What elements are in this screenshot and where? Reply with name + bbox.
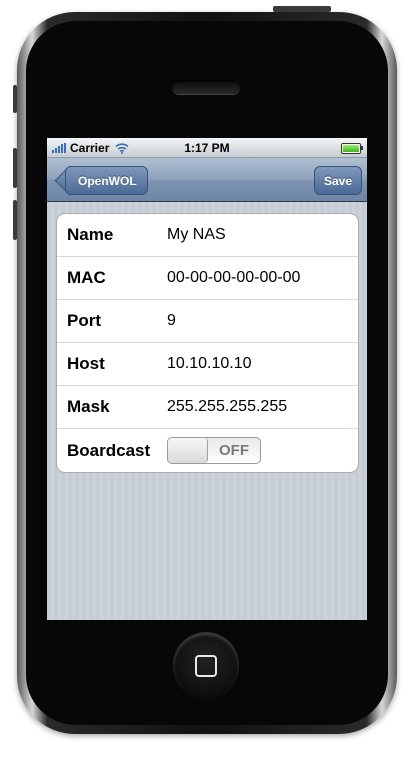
back-button[interactable]: OpenWOL — [65, 166, 148, 195]
mask-label: Mask — [67, 397, 110, 416]
screen: Carrier 1:17 PM OpenWOL Save Name My NAS… — [47, 138, 367, 620]
port-label: Port — [67, 311, 101, 330]
home-square-icon — [195, 655, 217, 677]
earpiece-speaker — [172, 80, 240, 94]
settings-view: Name My NAS MAC 00-00-00-00-00-00 Port 9… — [47, 202, 367, 620]
host-form-table: Name My NAS MAC 00-00-00-00-00-00 Port 9… — [56, 213, 359, 473]
mute-switch — [13, 85, 17, 113]
broadcast-toggle[interactable]: OFF — [167, 437, 261, 464]
host-row[interactable]: Host 10.10.10.10 — [57, 343, 358, 386]
mask-field[interactable]: 255.255.255.255 — [167, 398, 287, 416]
volume-up-button — [13, 148, 17, 188]
port-row[interactable]: Port 9 — [57, 300, 358, 343]
volume-down-button — [13, 200, 17, 240]
mac-field[interactable]: 00-00-00-00-00-00 — [167, 269, 300, 287]
mac-label: MAC — [67, 268, 106, 287]
battery-level — [343, 145, 359, 152]
navigation-bar: OpenWOL Save — [47, 158, 367, 202]
name-field[interactable]: My NAS — [167, 226, 226, 244]
name-row[interactable]: Name My NAS — [57, 214, 358, 257]
mask-row[interactable]: Mask 255.255.255.255 — [57, 386, 358, 429]
toggle-state-label: OFF — [219, 442, 249, 459]
toggle-knob — [168, 438, 208, 463]
port-field[interactable]: 9 — [167, 312, 176, 330]
host-label: Host — [67, 354, 105, 373]
home-button[interactable] — [173, 633, 239, 699]
name-label: Name — [67, 225, 114, 244]
carrier-name: Carrier — [70, 140, 110, 155]
status-bar: Carrier 1:17 PM — [47, 138, 367, 158]
battery-icon — [341, 143, 363, 154]
sleep-button — [273, 6, 331, 12]
broadcast-row: Boardcast OFF — [57, 429, 358, 472]
wifi-icon — [115, 142, 129, 154]
broadcast-label: Boardcast — [67, 440, 151, 460]
save-button[interactable]: Save — [313, 166, 362, 195]
signal-strength-icon — [52, 142, 66, 153]
host-field[interactable]: 10.10.10.10 — [167, 355, 252, 373]
mac-row[interactable]: MAC 00-00-00-00-00-00 — [57, 257, 358, 300]
